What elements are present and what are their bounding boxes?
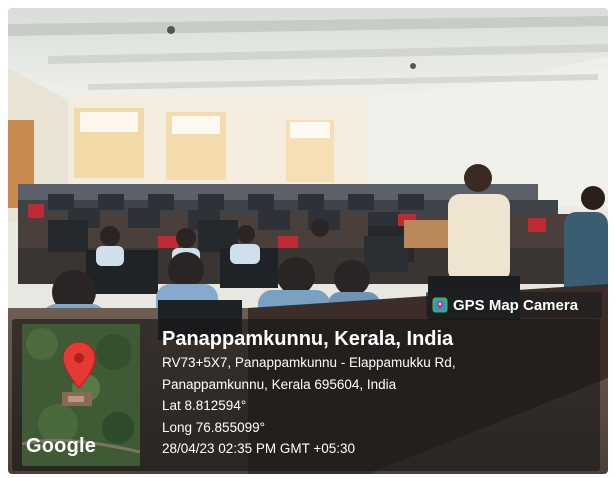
photo-frame: GPS Map Camera Google Panappamkunnu, Ker… [8,8,608,474]
latitude: Lat 8.812594° [162,398,247,413]
mini-map: Google [22,324,140,466]
location-details: Panappamkunnu, Kerala, India RV73+5X7, P… [162,326,602,460]
datetime: 28/04/23 02:35 PM GMT +05:30 [162,441,356,456]
map-pin-camera-icon [432,297,448,313]
place-title: Panappamkunnu, Kerala, India [162,328,454,350]
gps-map-camera-label: GPS Map Camera [453,296,579,314]
gps-map-camera-tag: GPS Map Camera [426,292,602,318]
longitude: Long 76.855099° [162,419,265,435]
address-line-1: RV73+5X7, Panappamkunnu - Elappamukku Rd… [162,355,456,370]
google-logo: Google [26,435,97,457]
address-line-2: Panappamkunnu, Kerala 695604, India [162,376,397,392]
